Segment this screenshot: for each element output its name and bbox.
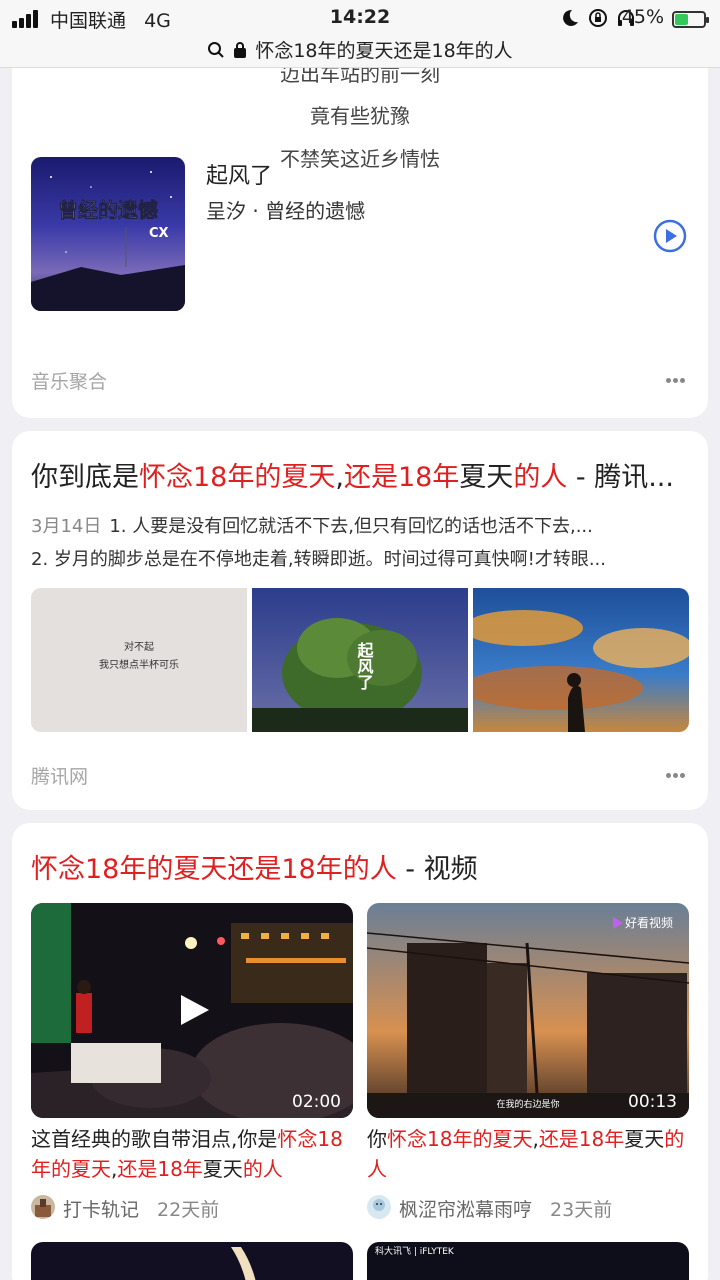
album-cover-subtext: CX: [149, 226, 169, 241]
lock-icon: [234, 41, 247, 58]
video-title[interactable]: 你怀念18年的夏天,还是18年夏天的人: [367, 1124, 687, 1184]
source-label: 音乐聚合: [31, 371, 108, 393]
thumbnail-text: 科大讯飞 | iFLYTEK: [375, 1245, 455, 1257]
address-bar[interactable]: 怀念18年的夏天还是18年的人: [0, 36, 720, 63]
author-avatar: [31, 1195, 55, 1219]
orientation-lock-icon: [589, 9, 607, 27]
battery-icon: [672, 11, 709, 28]
video-result-card[interactable]: 怀念18年的夏天还是18年的人 - 视频 02:00 这首经典的歌自带泪点,你是…: [12, 823, 708, 1280]
video-meta: 打卡轨记 22天前: [63, 1195, 219, 1222]
result-date: 3月14日: [31, 516, 102, 537]
result-thumbnail[interactable]: [473, 588, 689, 732]
song-meta: 呈汐 · 曾经的遗憾: [206, 199, 366, 223]
video-thumbnail[interactable]: 科大讯飞 | iFLYTEK: [367, 1242, 689, 1280]
video-author[interactable]: 打卡轨记: [63, 1199, 139, 1221]
video-title[interactable]: 这首经典的歌自带泪点,你是怀念18年的夏天,还是18年夏天的人: [31, 1124, 351, 1184]
music-result-card[interactable]: 迈出车站的前一刻 竟有些犹豫 不禁笑这近乡情怯 曾经的遗憾 CX 起风了 呈汐 …: [12, 40, 708, 418]
album-cover-text: 曾经的遗憾: [58, 198, 158, 222]
video-age: 22天前: [157, 1199, 220, 1221]
result-snippet: 2. 岁月的脚步总是在不停地走着,转瞬即逝。时间过得可真快啊!才转眼...: [31, 549, 606, 570]
video-meta: 枫涩帘淞幕雨哼 23天前: [399, 1195, 612, 1222]
video-duration: 00:13: [628, 1092, 677, 1112]
status-bar: 中国联通 4G 14:22 45%: [0, 6, 720, 32]
video-author[interactable]: 枫涩帘淞幕雨哼: [399, 1199, 532, 1221]
thumbnail-text: 起风了: [355, 641, 375, 691]
video-duration: 02:00: [292, 1092, 341, 1112]
web-result-card[interactable]: 你到底是怀念18年的夏天,还是18年夏天的人 - 腾讯... 3月14日 1. 人…: [12, 431, 708, 810]
video-section-title[interactable]: 怀念18年的夏天还是18年的人 - 视频: [31, 847, 691, 886]
video-caption: 在我的右边是你: [496, 1098, 559, 1110]
result-thumbnail[interactable]: 对不起 我只想点半杯可乐: [31, 588, 247, 732]
moon-icon: [563, 9, 578, 26]
album-cover[interactable]: 曾经的遗憾 CX: [31, 157, 185, 311]
album-cover-image: 曾经的遗憾 CX: [31, 157, 185, 311]
author-avatar: [367, 1195, 391, 1219]
video-age: 23天前: [550, 1199, 613, 1221]
play-icon[interactable]: [653, 219, 687, 253]
thumbnail-text: 我只想点半杯可乐: [99, 658, 179, 671]
watermark-text: 好看视频: [625, 915, 673, 930]
battery-percent: 45%: [621, 6, 664, 28]
page-title: 怀念18年的夏天还是18年的人: [255, 40, 513, 62]
video-thumbnail[interactable]: 02:00: [31, 903, 353, 1118]
search-icon: [208, 41, 225, 58]
result-thumbnail[interactable]: 起风了: [252, 588, 468, 732]
result-snippet: 3月14日 1. 人要是没有回忆就活不下去,但只有回忆的话也活不下去,...: [31, 516, 593, 537]
video-thumbnail[interactable]: 在我的右边是你 好看视频 00:13: [367, 903, 689, 1118]
thumbnail-text: 对不起: [124, 640, 154, 653]
song-title[interactable]: 起风了: [206, 158, 272, 190]
lyric-line: 竟有些犹豫: [310, 104, 410, 128]
source-label: 腾讯网: [31, 766, 89, 788]
video-thumbnail[interactable]: [31, 1242, 353, 1280]
result-title[interactable]: 你到底是怀念18年的夏天,还是18年夏天的人 - 腾讯...: [31, 455, 691, 494]
browser-top-bar: 中国联通 4G 14:22 45% 怀念18年的夏天还是18年的人: [0, 0, 720, 68]
more-options-icon[interactable]: [666, 376, 686, 384]
more-options-icon[interactable]: [666, 771, 686, 779]
